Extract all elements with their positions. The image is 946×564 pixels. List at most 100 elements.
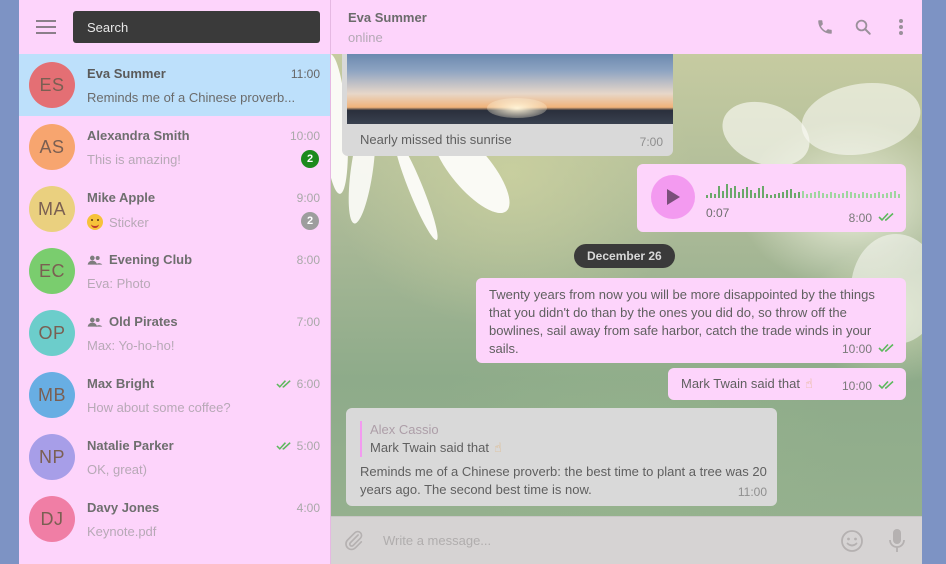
sun-glow xyxy=(487,98,547,118)
outgoing-message[interactable]: Twenty years from now you will be more d… xyxy=(476,278,906,363)
waveform-bar xyxy=(850,192,852,198)
chat-item[interactable]: MA Mike Apple 9:00 Sticker 2 xyxy=(19,178,330,240)
chat-preview-text: OK, great) xyxy=(87,462,147,477)
waveform-bar xyxy=(890,192,892,198)
chat-item[interactable]: EC Evening Club 8:00 Eva: Photo xyxy=(19,240,330,302)
waveform-bar xyxy=(818,191,820,198)
waveform-bar xyxy=(894,191,896,198)
waveform-bar xyxy=(766,194,768,198)
attach-icon[interactable] xyxy=(343,529,365,556)
chat-sidebar: Search ES Eva Summer 11:00 Reminds me of a … xyxy=(19,0,331,564)
avatar[interactable]: DJ xyxy=(29,496,75,542)
search-icon[interactable] xyxy=(852,15,874,39)
pointing-hand-emoji-icon: ☝ xyxy=(804,376,813,391)
chat-item[interactable]: DJ Davy Jones 4:00 Keynote.pdf xyxy=(19,488,330,550)
waveform-bar xyxy=(790,189,792,198)
incoming-reply-message[interactable]: Alex Cassio Mark Twain said that ☝ Remin… xyxy=(346,408,777,506)
phone-icon[interactable] xyxy=(814,15,836,39)
waveform-bar xyxy=(786,190,788,198)
voice-message[interactable]: 0:07 8:00 xyxy=(637,164,906,232)
chat-time: 7:00 xyxy=(297,315,320,329)
pointing-hand-emoji-icon: ☝ xyxy=(493,440,502,455)
chat-name: Alexandra Smith xyxy=(87,128,190,143)
voice-duration: 0:07 xyxy=(706,206,730,220)
chat-time-label: 5:00 xyxy=(296,439,320,453)
reply-bar xyxy=(360,421,362,457)
more-vertical-icon[interactable] xyxy=(890,15,912,39)
waveform-bar xyxy=(746,187,748,198)
menu-icon[interactable] xyxy=(19,0,73,54)
avatar[interactable]: OP xyxy=(29,310,75,356)
avatar[interactable]: NP xyxy=(29,434,75,480)
chat-time: 8:00 xyxy=(297,253,320,267)
search-input[interactable]: Search xyxy=(73,11,320,43)
chat-item[interactable]: OP Old Pirates 7:00 Max: Yo-ho-ho! xyxy=(19,302,330,364)
chat-item[interactable]: NP Natalie Parker 5:00 OK, great) xyxy=(19,426,330,488)
chat-time-label: 7:00 xyxy=(296,315,320,329)
waveform-bar xyxy=(838,194,840,198)
chat-time-label: 10:00 xyxy=(289,129,320,143)
sidebar-header: Search xyxy=(19,0,330,54)
message-time: 7:00 xyxy=(640,133,663,151)
chat-preview-text: Max: Yo-ho-ho! xyxy=(87,338,175,353)
waveform-bar xyxy=(810,193,812,198)
chat-preview-text: Reminds me of a Chinese proverb... xyxy=(87,90,296,105)
message-text: Mark Twain said that xyxy=(681,376,800,391)
contact-status: online xyxy=(348,30,383,45)
reply-author: Alex Cassio xyxy=(370,422,439,437)
avatar[interactable]: ES xyxy=(29,62,75,108)
chat-time: 4:00 xyxy=(297,501,320,515)
message-text: Reminds me of a Chinese proverb: the bes… xyxy=(360,464,767,497)
double-check-icon xyxy=(276,379,293,389)
chat-item[interactable]: ES Eva Summer 11:00 Reminds me of a Chinese… xyxy=(19,54,330,116)
waveform-bar xyxy=(742,189,744,198)
reply-quote: Mark Twain said that ☝ xyxy=(370,439,502,457)
waveform-bar xyxy=(862,192,864,198)
avatar[interactable]: MB xyxy=(29,372,75,418)
waveform-bar xyxy=(734,186,736,198)
chat-time: 10:00 xyxy=(290,129,320,143)
double-check-icon xyxy=(878,209,896,227)
avatar[interactable]: MA xyxy=(29,186,75,232)
waveform-bar xyxy=(866,193,868,198)
chat-item[interactable]: MB Max Bright 6:00 How about some coffee? xyxy=(19,364,330,426)
waveform-bar xyxy=(886,193,888,198)
chat-item[interactable]: AS Alexandra Smith 10:00 This is amazing! 2 xyxy=(19,116,330,178)
outgoing-message[interactable]: Mark Twain said that ☝ 10:00 xyxy=(668,368,906,400)
avatar[interactable]: AS xyxy=(29,124,75,170)
microphone-icon[interactable] xyxy=(888,528,906,559)
message-text-wrap: Mark Twain said that ☝ xyxy=(681,375,813,393)
chat-preview: Sticker xyxy=(87,214,303,230)
time-label: 8:00 xyxy=(848,211,872,225)
waveform-bar xyxy=(882,194,884,198)
chat-name: Old Pirates xyxy=(87,314,178,329)
waveform-bar xyxy=(706,195,708,198)
waveform-bar xyxy=(774,194,776,198)
chat-time: 9:00 xyxy=(297,191,320,205)
sunrise-photo[interactable] xyxy=(347,54,673,124)
header-actions xyxy=(814,15,912,39)
waveform-bar xyxy=(770,195,772,198)
avatar[interactable]: EC xyxy=(29,248,75,294)
chat-time: 5:00 xyxy=(276,439,320,453)
waveform-bar xyxy=(750,190,752,198)
smile-icon[interactable] xyxy=(840,529,864,558)
chat-time-label: 11:00 xyxy=(290,67,320,81)
photo-message[interactable]: Nearly missed this sunrise 7:00 xyxy=(342,54,673,156)
chat-name-label: Mike Apple xyxy=(87,190,156,205)
conversation-panel: Eva Summer online Nearly missed this sun… xyxy=(331,0,922,564)
chat-name: Mike Apple xyxy=(87,190,155,205)
petal-shape xyxy=(795,74,922,164)
chat-time-label: 9:00 xyxy=(296,191,320,205)
waveform[interactable] xyxy=(706,176,902,198)
waveform-bar xyxy=(842,193,844,198)
chat-name-label: Natalie Parker xyxy=(87,438,174,453)
play-button[interactable] xyxy=(651,175,695,219)
waveform-bar xyxy=(834,193,836,198)
chat-preview: Eva: Photo xyxy=(87,276,303,291)
chat-name: Max Bright xyxy=(87,376,154,391)
chat-name: Eva Summer xyxy=(87,66,166,81)
waveform-bar xyxy=(762,186,764,198)
contact-name[interactable]: Eva Summer xyxy=(348,10,427,25)
message-input[interactable]: Write a message... xyxy=(383,533,491,548)
